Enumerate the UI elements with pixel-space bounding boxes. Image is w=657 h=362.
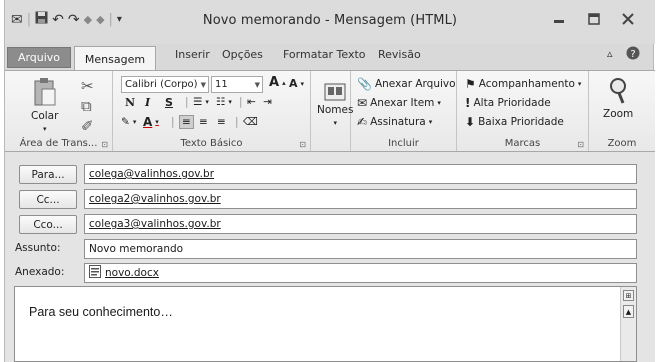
magnifier-icon: [610, 78, 627, 104]
vertical-scrollbar[interactable]: ⊞ ▲: [620, 287, 636, 361]
cc-button[interactable]: Cc...: [19, 190, 77, 209]
follow-up-button[interactable]: ⚑ Acompanhamento ▾: [465, 77, 581, 91]
group-basic-text: Calibri (Corpo) ▼ 11 ▼ A ▴ A ▾ N I S | ☰ ▾ ☷ ▾…: [113, 71, 311, 151]
subject-input[interactable]: Novo memorando: [84, 239, 637, 259]
italic-button[interactable]: I: [145, 96, 150, 109]
high-importance-button[interactable]: ! Alta Prioridade: [465, 96, 551, 110]
attach-item-button[interactable]: ✉ Anexar Item ▾: [357, 96, 441, 110]
tab-file[interactable]: Arquivo: [7, 47, 71, 68]
to-recipient[interactable]: colega@valinhos.gov.br: [89, 168, 214, 180]
exclamation-icon: !: [465, 96, 471, 110]
scroll-up-icon[interactable]: ▲: [623, 305, 634, 318]
to-button[interactable]: Para...: [19, 165, 77, 184]
decrease-indent-icon[interactable]: ⇤: [247, 96, 256, 108]
attachments-field[interactable]: novo.docx: [84, 263, 637, 283]
highlight-color-icon[interactable]: ✎ ▾: [121, 116, 136, 128]
close-icon[interactable]: [622, 13, 634, 29]
grow-font-icon[interactable]: A ▴: [269, 75, 286, 90]
clipboard-group-label: Área de Trans...: [19, 138, 98, 149]
collapse-ribbon-icon[interactable]: ▵: [607, 47, 613, 60]
message-header-form: Para... colega@valinhos.gov.br Cc... col…: [5, 152, 655, 362]
help-icon[interactable]: ?: [626, 46, 640, 63]
font-size-select[interactable]: 11 ▼: [211, 76, 263, 93]
zoom-group-label: Zoom: [607, 138, 637, 149]
tags-group-label: Marcas: [504, 138, 541, 149]
names-button[interactable]: Nomes ▾: [317, 83, 353, 127]
paste-label: Colar: [31, 110, 59, 122]
attached-label: Anexado:: [15, 266, 65, 278]
subject-label: Assunto:: [15, 242, 61, 254]
bcc-recipient[interactable]: colega3@valinhos.gov.br: [89, 218, 221, 230]
paperclip-icon: 📎: [357, 77, 372, 91]
message-body-editor[interactable]: Para seu conhecimento… ⊞ ▲: [14, 286, 637, 362]
shrink-font-icon[interactable]: A ▾: [289, 77, 304, 90]
tags-dialog-launcher-icon[interactable]: ⊡: [577, 140, 584, 149]
signature-icon: ✍: [357, 115, 368, 129]
bullets-icon[interactable]: ☰ ▾: [193, 96, 209, 108]
clipboard-icon: [34, 78, 56, 106]
zoom-label: Zoom: [603, 108, 634, 120]
ribbon: Colar ▾ ✂ ⧉ ✐ Área de Trans... ⊡ Calibri…: [5, 70, 655, 152]
group-clipboard: Colar ▾ ✂ ⧉ ✐ Área de Trans... ⊡: [5, 71, 113, 151]
format-painter-icon[interactable]: ✐: [81, 117, 94, 135]
down-arrow-icon: ⬇: [465, 115, 476, 129]
zoom-button[interactable]: Zoom: [603, 77, 633, 120]
bcc-button[interactable]: Cco...: [19, 215, 77, 234]
low-importance-button[interactable]: ⬇ Baixa Prioridade: [465, 115, 564, 129]
tab-message[interactable]: Mensagem: [74, 46, 156, 72]
clear-formatting-icon[interactable]: ⌫: [243, 116, 258, 128]
group-tags: ⚑ Acompanhamento ▾ ! Alta Prioridade ⬇ Ba…: [457, 71, 589, 151]
clipboard-dialog-launcher-icon[interactable]: ⊡: [101, 140, 108, 149]
underline-button[interactable]: S: [165, 96, 173, 109]
copy-icon[interactable]: ⧉: [81, 97, 92, 115]
tab-insert[interactable]: Inserir: [175, 48, 210, 61]
attachment-file[interactable]: novo.docx: [105, 267, 159, 279]
font-name-select[interactable]: Calibri (Corpo) ▼: [121, 76, 209, 93]
group-names: Nomes ▾: [311, 71, 353, 151]
message-body-text: Para seu conhecimento…: [29, 305, 173, 319]
group-include: 📎 Anexar Arquivo ✉ Anexar Item ▾ ✍ Assina…: [351, 71, 457, 151]
align-right-icon[interactable]: ≡: [217, 116, 226, 128]
minimize-icon[interactable]: [553, 13, 565, 29]
attach-file-button[interactable]: 📎 Anexar Arquivo: [357, 77, 456, 91]
svg-text:?: ?: [630, 49, 635, 60]
names-label: Nomes: [317, 104, 354, 116]
outlook-message-window: ✉ | ↶ ↷ ◆ ◆ | ▾ Novo memorando - Mensage…: [4, 0, 655, 362]
tab-review[interactable]: Revisão: [378, 48, 421, 61]
to-field[interactable]: colega@valinhos.gov.br: [84, 164, 637, 184]
ruler-toggle-icon[interactable]: ⊞: [623, 290, 634, 301]
title-bar: ✉ | ↶ ↷ ◆ ◆ | ▾ Novo memorando - Mensage…: [5, 0, 655, 44]
ribbon-tabs: Arquivo Mensagem Inserir Opções Formatar…: [5, 44, 655, 72]
increase-indent-icon[interactable]: ⇥: [263, 96, 272, 108]
maximize-icon[interactable]: [588, 13, 600, 29]
numbering-icon[interactable]: ☷ ▾: [216, 96, 232, 108]
align-center-icon[interactable]: ≡: [199, 116, 208, 128]
basic-text-dialog-launcher-icon[interactable]: ⊡: [299, 140, 306, 149]
envelope-attach-icon: ✉: [357, 96, 368, 110]
cc-recipient[interactable]: colega2@valinhos.gov.br: [89, 193, 221, 205]
group-zoom: Zoom Zoom: [589, 71, 655, 151]
word-document-icon: [89, 265, 101, 281]
tab-options[interactable]: Opções: [222, 48, 263, 61]
cut-icon[interactable]: ✂: [81, 77, 94, 95]
cc-field[interactable]: colega2@valinhos.gov.br: [84, 189, 637, 209]
paste-button[interactable]: Colar ▾: [31, 77, 58, 133]
include-group-label: Incluir: [388, 138, 419, 149]
bcc-field[interactable]: colega3@valinhos.gov.br: [84, 214, 637, 234]
bold-button[interactable]: N: [125, 96, 135, 109]
flag-icon: ⚑: [465, 77, 476, 91]
font-color-icon[interactable]: A ▾: [143, 115, 159, 129]
align-left-icon[interactable]: ≡: [179, 115, 194, 129]
tab-format-text[interactable]: Formatar Texto: [283, 48, 366, 61]
basic-text-group-label: Texto Básico: [180, 138, 243, 149]
address-book-icon: [324, 83, 346, 101]
signature-button[interactable]: ✍ Assinatura ▾: [357, 115, 432, 129]
